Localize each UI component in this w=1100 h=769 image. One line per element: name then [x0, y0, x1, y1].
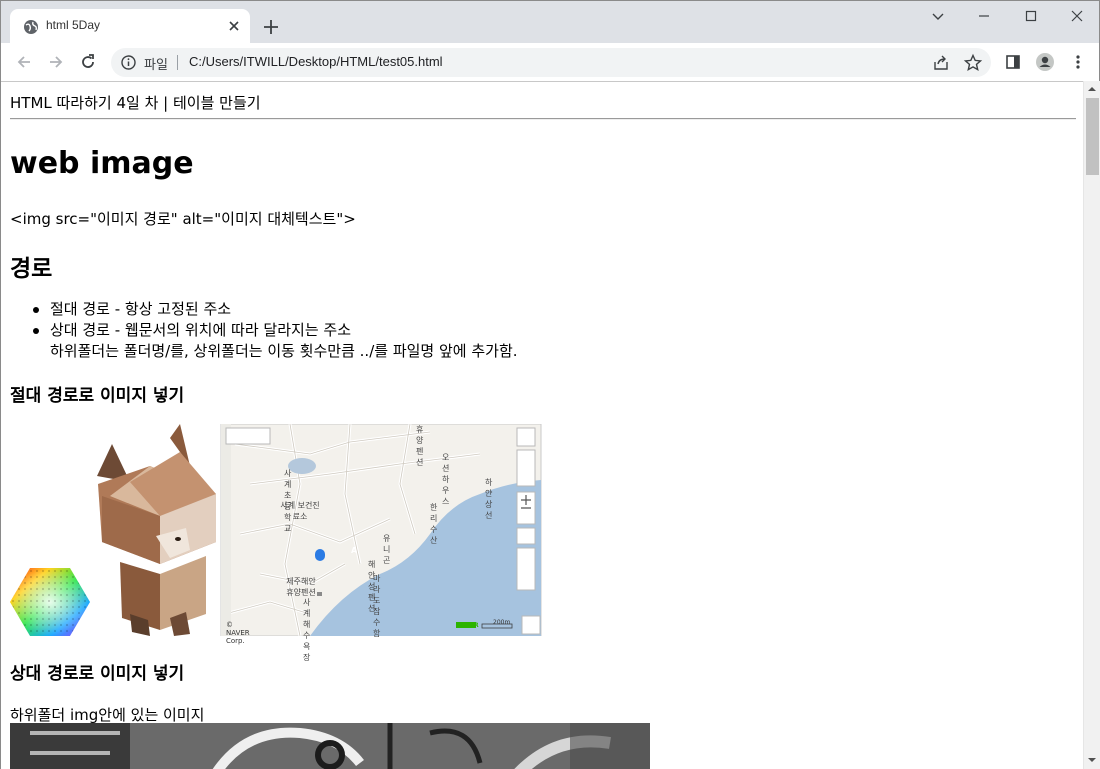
map-label: 사계해수욕장 [303, 598, 311, 662]
back-icon [17, 56, 30, 68]
img-syntax-text: <img src="이미지 경로" alt="이미지 대체텍스트"> [10, 210, 356, 228]
side-panel-icon [1006, 55, 1020, 69]
forward-icon [50, 56, 63, 68]
map-label: 휴양펜션 [416, 425, 424, 467]
star-icon[interactable] [963, 53, 983, 73]
back-button[interactable] [13, 51, 35, 73]
map-label: 제주해안 휴양펜션 [286, 577, 316, 597]
menu-button[interactable] [1067, 51, 1089, 73]
kebab-menu-icon [1076, 55, 1080, 69]
header-line: HTML 따라하기 4일 차 | 테이블 만들기 [10, 94, 261, 112]
scroll-up-icon[interactable] [1087, 84, 1097, 94]
minimize-button[interactable] [961, 5, 1007, 27]
section-heading-absolute: 절대 경로로 이미지 넣기 [10, 386, 185, 406]
list-item: 절대 경로 - 항상 고정된 주소 [10, 299, 518, 320]
map-label: 사계 보건진료소 [280, 501, 320, 521]
map-label: 유니곤 [383, 534, 391, 565]
globe-icon [24, 20, 38, 34]
close-icon [1071, 10, 1083, 22]
reload-icon [82, 54, 94, 68]
scrollbar-thumb[interactable] [1086, 98, 1099, 175]
info-icon[interactable] [120, 54, 137, 71]
list-item-continuation: 하위폴더는 폴더명/를, 상위폴더는 이동 횟수만큼 ../를 파일명 앞에 추… [50, 342, 518, 360]
browser-toolbar: 파일 C:/Users/ITWILL/Desktop/HTML/test05.h… [1, 43, 1099, 81]
map-label: 마라도잠수함 [373, 574, 381, 638]
map-label: 오션하우스 [442, 453, 450, 506]
scheme-label: 파일 [144, 58, 168, 73]
map-scale: 200m [493, 619, 511, 626]
side-panel-button[interactable] [1002, 51, 1024, 73]
tab-strip: html 5Day [1, 1, 1099, 43]
map-copyright: © NAVER Corp. [226, 621, 250, 645]
address-bar[interactable]: 파일 C:/Users/ITWILL/Desktop/HTML/test05.h… [111, 48, 991, 77]
browser-tab[interactable]: html 5Day [10, 9, 250, 43]
maximize-icon [1025, 10, 1037, 22]
minimize-icon [979, 15, 989, 17]
horizontal-rule [10, 118, 1076, 120]
page-viewport: HTML 따라하기 4일 차 | 테이블 만들기 web image <img … [1, 81, 1083, 769]
browser-window: html 5Day 파일 C:/Users/ITWILL/Desktop/HTM… [0, 0, 1100, 769]
tab-title: html 5Day [46, 18, 101, 32]
graffiti-photo-image [10, 723, 650, 769]
map-marker-label: A [351, 546, 358, 555]
tab-search-button[interactable] [915, 5, 961, 27]
forward-button[interactable] [45, 51, 67, 73]
list-item: 상대 경로 - 웹문서의 위치에 따라 달라지는 주소 [10, 320, 518, 341]
path-list: 절대 경로 - 항상 고정된 주소 상대 경로 - 웹문서의 위치에 따라 달라… [10, 299, 518, 362]
section-heading-relative: 상대 경로로 이미지 넣기 [10, 664, 185, 684]
url-text[interactable]: C:/Users/ITWILL/Desktop/HTML/test05.html [189, 54, 443, 69]
plus-icon[interactable] [260, 16, 282, 38]
share-icon[interactable] [931, 53, 951, 73]
page-title: web image [10, 146, 194, 181]
profile-icon [1036, 53, 1054, 71]
map-label: 한리수산 [430, 503, 438, 545]
naver-map-image [220, 424, 542, 636]
vertical-scrollbar[interactable] [1083, 81, 1100, 769]
close-window-button[interactable] [1054, 5, 1100, 27]
chevron-down-icon [932, 13, 944, 20]
maximize-button[interactable] [1008, 5, 1054, 27]
section-heading-path: 경로 [10, 256, 53, 282]
absolute-images-row [10, 424, 542, 636]
map-label: 하얀상선 [485, 478, 493, 520]
close-icon[interactable] [226, 18, 242, 34]
reload-button[interactable] [77, 51, 99, 73]
relative-note: 하위폴더 img안에 있는 이미지 [10, 706, 205, 724]
map-brand: NAVER [456, 622, 479, 629]
color-hexagon-image [10, 568, 90, 636]
papercraft-fox-image [97, 424, 216, 636]
divider [177, 55, 178, 70]
scroll-down-icon[interactable] [1087, 755, 1097, 765]
profile-button[interactable] [1034, 51, 1056, 73]
